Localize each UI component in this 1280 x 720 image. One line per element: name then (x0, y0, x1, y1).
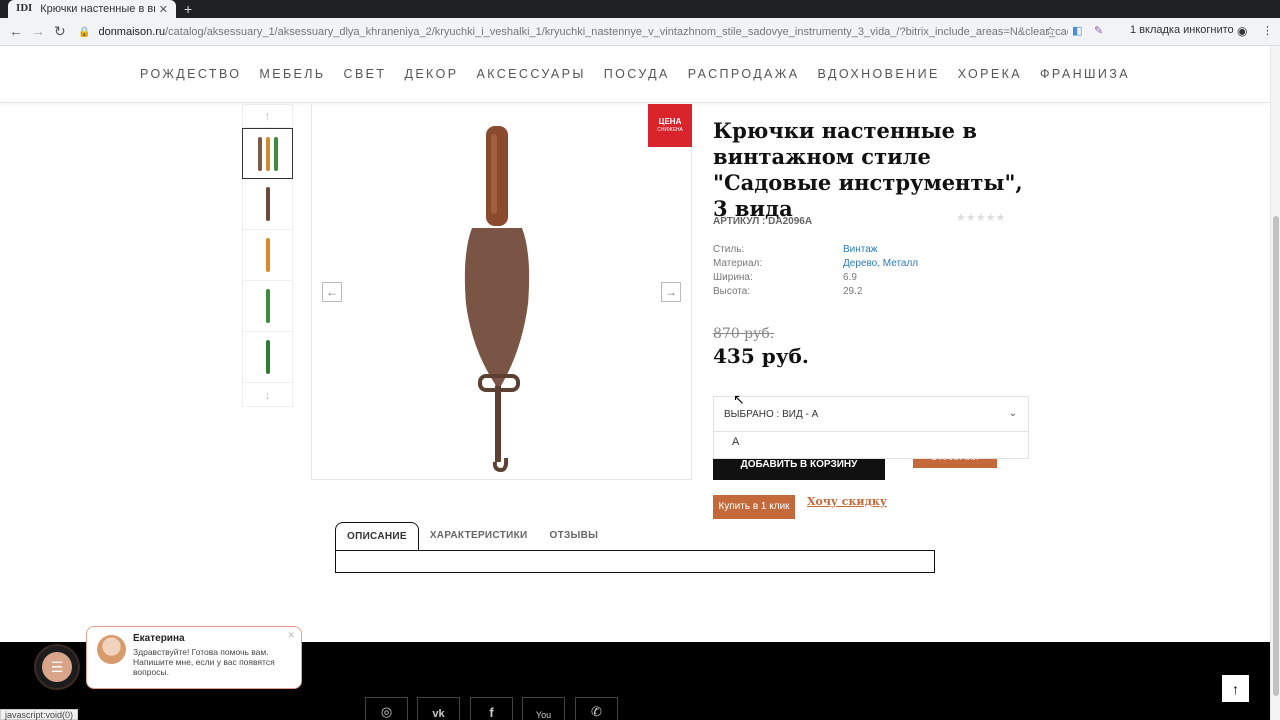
scroll-to-top-button[interactable]: ↑ (1222, 675, 1249, 702)
instagram-icon[interactable]: ◎ (365, 697, 408, 720)
menu-item-1[interactable]: МЕБЕЛЬ (259, 67, 325, 81)
price-reduced-badge: ЦЕНА СНИЖЕНА (648, 104, 692, 147)
vk-icon[interactable]: vk (417, 697, 460, 720)
thumbnail-brown[interactable] (242, 179, 293, 230)
garden-trowel-hook-image (464, 126, 530, 473)
scrollbar-thumb[interactable] (1273, 216, 1279, 696)
browser-tab-title: Крючки настенные в вин (40, 3, 155, 15)
product-tabs: ОПИСАНИЕ ХАРАКТЕРИСТИКИ ОТЗЫВЫ (335, 522, 609, 551)
property-label: Стиль: (713, 244, 745, 255)
thumb-up-arrow-icon[interactable]: ↑ (242, 104, 293, 128)
incognito-icon[interactable]: ◉ (1237, 24, 1247, 38)
product-properties: Стиль: Винтаж Материал: Дерево, Металл Ширин… (713, 243, 918, 299)
menu-item-6[interactable]: РАСПРОДАЖА (688, 67, 800, 81)
browser-menu-icon[interactable]: ⋮ (1262, 24, 1273, 37)
property-value[interactable]: Дерево, Металл (843, 257, 918, 271)
prev-image-arrow-icon[interactable]: ← (322, 282, 342, 302)
lock-icon: 🔒 (78, 26, 91, 38)
chat-open-button[interactable]: ☰ (36, 646, 78, 688)
tab-1[interactable]: ХАРАКТЕРИСТИКИ (419, 522, 539, 551)
property-row: Стиль: Винтаж (713, 243, 918, 257)
property-label: Ширина: (713, 272, 753, 283)
property-label: Материал: (713, 258, 763, 269)
rating-stars-icon[interactable]: ★★★★★ (956, 211, 1005, 224)
incognito-label[interactable]: 1 вкладка инкогнито (1130, 24, 1234, 36)
menu-item-7[interactable]: ВДОХНОВЕНИЕ (817, 67, 939, 81)
forward-icon[interactable]: → (31, 23, 45, 39)
property-row: Высота: 29.2 (713, 285, 918, 299)
new-tab-button[interactable]: + (184, 1, 192, 17)
menu-item-2[interactable]: СВЕТ (344, 67, 387, 81)
pen-extension-icon[interactable]: ✎ (1094, 24, 1103, 37)
avatar (97, 635, 126, 664)
url-host: donmaison.ru (98, 26, 166, 38)
browser-tab[interactable]: IDI Крючки настенные в вин ✕ (8, 0, 176, 18)
tab-panel (335, 550, 935, 573)
url-path: /catalog/aksessuary_1/aksessuary_dlya_kh… (165, 26, 1068, 38)
thumbnail-all[interactable] (242, 128, 293, 179)
mouse-cursor-icon: ↖ (733, 391, 745, 407)
menu-item-8[interactable]: ХОРЕКА (958, 67, 1022, 81)
chevron-down-icon: ⌄ (1008, 408, 1017, 419)
thumbnail-orange[interactable] (242, 230, 293, 281)
browser-tab-bar: IDI Крючки настенные в вин ✕ + (0, 0, 1280, 18)
browser-toolbar: ← → ↻ 🔒 donmaison.ru /catalog/aksessuary… (0, 18, 1280, 46)
product-sku: АРТИКУЛ : DA2096A (713, 216, 813, 227)
product-title: Крючки настенные в винтажном стиле "Садо… (713, 118, 1023, 221)
thumbnail-green-2[interactable] (242, 332, 293, 383)
tab-0[interactable]: ОПИСАНИЕ (335, 522, 419, 551)
menu-item-0[interactable]: РОЖДЕСТВО (140, 67, 241, 81)
thumb-down-arrow-icon[interactable]: ↓ (242, 383, 293, 407)
property-value[interactable]: Винтаж (843, 243, 878, 257)
chat-bubble[interactable]: Екатерина Здравствуйте! Готова помочь ва… (86, 626, 302, 689)
want-discount-link[interactable]: Хочу скидку (807, 495, 887, 508)
chat-icon: ☰ (50, 658, 64, 675)
property-row: Материал: Дерево, Металл (713, 257, 918, 271)
bookmark-star-icon[interactable]: ☆ (1045, 24, 1056, 38)
property-value: 29.2 (843, 286, 863, 297)
facebook-icon[interactable]: f (470, 697, 513, 720)
property-row: Ширина: 6.9 (713, 271, 918, 285)
tab-2[interactable]: ОТЗЫВЫ (538, 522, 609, 551)
old-price: 870 руб. (713, 326, 775, 342)
status-bar: javascript:void(0) (0, 709, 79, 720)
menu-item-3[interactable]: ДЕКОР (404, 67, 458, 81)
variant-dropdown: А (713, 432, 1029, 459)
main-menu: РОЖДЕСТВО МЕБЕЛЬ СВЕТ ДЕКОР АКСЕССУАРЫ ПОСУДА… (0, 46, 1270, 103)
extension-icon[interactable]: ◧ (1072, 24, 1082, 37)
youtube-icon[interactable]: You (522, 697, 565, 720)
current-price: 435 руб. (713, 344, 809, 368)
page-scrollbar[interactable] (1270, 46, 1280, 720)
page: РОЖДЕСТВО МЕБЕЛЬ СВЕТ ДЕКОР АКСЕССУАРЫ ПОСУДА… (0, 46, 1270, 720)
next-image-arrow-icon[interactable]: → (661, 282, 681, 302)
whatsapp-icon[interactable]: ✆ (575, 697, 618, 720)
property-value: 6.9 (843, 272, 857, 283)
variant-option[interactable]: А (732, 436, 739, 448)
thumbnail-green[interactable] (242, 281, 293, 332)
product-image[interactable]: ← → (311, 104, 692, 480)
buy-one-click-button[interactable]: Купить в 1 клик (713, 495, 795, 519)
close-tab-icon[interactable]: ✕ (159, 3, 168, 16)
chat-agent-name: Екатерина (133, 633, 185, 644)
chat-message: Здравствуйте! Готова помочь вам. Напишит… (133, 647, 275, 677)
variant-selected-label: ВЫБРАНО : ВИД - А (724, 408, 819, 420)
menu-item-4[interactable]: АКСЕССУАРЫ (476, 67, 585, 81)
menu-item-5[interactable]: ПОСУДА (604, 67, 670, 81)
back-icon[interactable]: ← (9, 23, 23, 39)
property-label: Высота: (713, 286, 751, 297)
variant-select[interactable]: ВЫБРАНО : ВИД - А ⌄ (713, 396, 1029, 432)
address-bar[interactable]: 🔒 donmaison.ru /catalog/aksessuary_1/aks… (78, 21, 1068, 43)
site-favicon-icon: IDI (16, 4, 33, 14)
reload-icon[interactable]: ↻ (54, 23, 66, 40)
thumbnail-strip: ↑ ↓ (242, 104, 293, 407)
chat-close-icon[interactable]: ✕ (287, 630, 295, 641)
menu-item-9[interactable]: ФРАНШИЗА (1040, 67, 1130, 81)
